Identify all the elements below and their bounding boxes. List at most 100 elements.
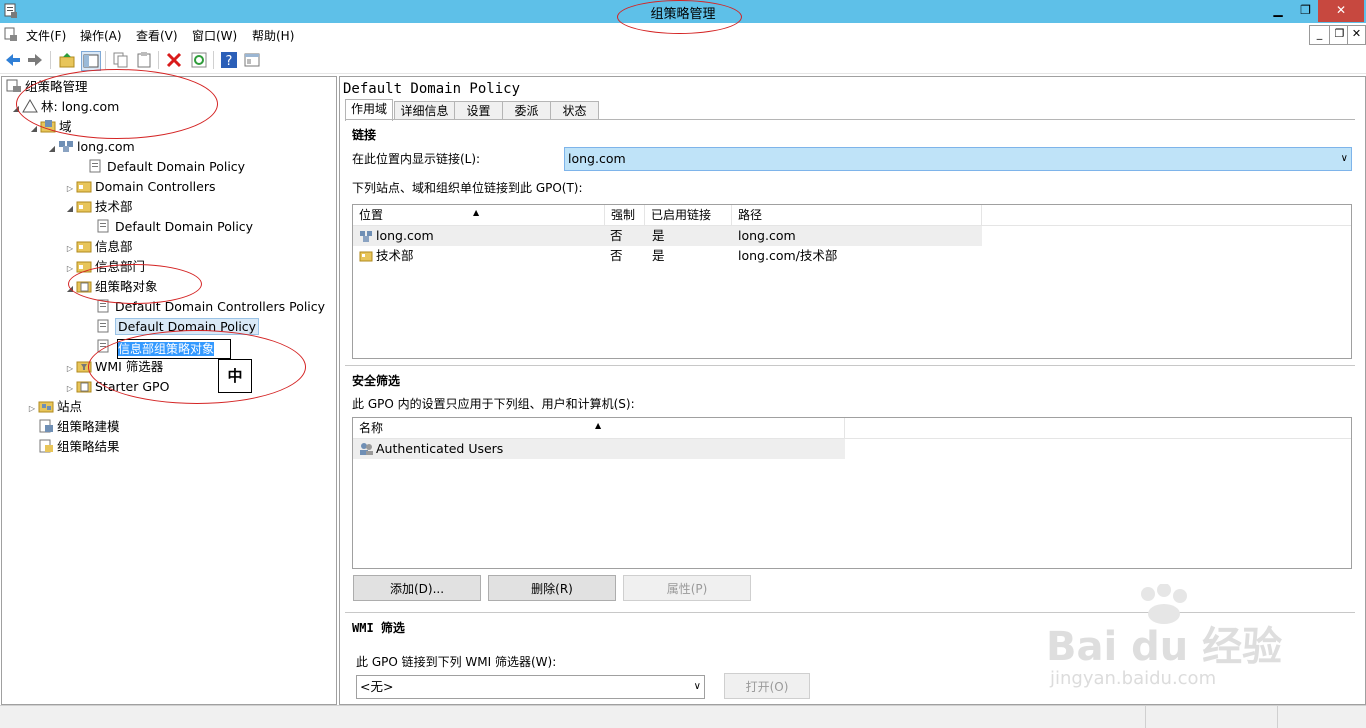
section-divider [345, 365, 1355, 366]
tree-item-starter-gpo[interactable]: ▷ Starter GPO [64, 377, 169, 397]
status-bar [0, 705, 1366, 728]
tab-settings[interactable]: 设置 [454, 101, 503, 120]
folder-up-icon[interactable] [58, 51, 76, 69]
domains-folder-icon [40, 120, 56, 133]
ou-folder-icon [76, 201, 92, 213]
tree-item-gpo-dc-policy[interactable]: Default Domain Controllers Policy [96, 297, 325, 317]
users-group-icon [360, 443, 373, 455]
refresh-icon[interactable] [190, 51, 208, 69]
paste-icon[interactable] [135, 51, 153, 69]
collapse-arrow-icon[interactable]: ◢ [64, 279, 76, 299]
table-row[interactable]: long.com 否 是 long.com [353, 226, 982, 246]
tree-item-wmi-filters[interactable]: ▷ WMI 筛选器 [64, 357, 163, 377]
tree-label: long.com [77, 139, 135, 154]
collapse-arrow-icon[interactable]: ◢ [64, 199, 76, 219]
tree-label: 林: long.com [41, 99, 120, 114]
col-enforced[interactable]: 强制 [605, 205, 645, 225]
tab-scope[interactable]: 作用域 [345, 99, 393, 121]
menu-view[interactable]: 查看(V) [136, 27, 178, 44]
tree-item-results[interactable]: 组策略结果 [38, 437, 120, 457]
link-path: long.com [738, 228, 796, 243]
links-list-header: 位置 ▲ 强制 已启用链接 路径 [353, 205, 1351, 226]
menu-window[interactable]: 窗口(W) [192, 27, 237, 44]
gpo-icon [97, 319, 109, 333]
collapse-arrow-icon[interactable]: ◢ [10, 99, 22, 119]
maximize-button[interactable]: ❐ [1291, 0, 1320, 22]
tab-details[interactable]: 详细信息 [394, 101, 455, 120]
tree-item-domain-controllers[interactable]: ▷ Domain Controllers [64, 177, 216, 199]
gpo-icon [97, 339, 109, 353]
title-bar: 组策略管理 ▁ ❐ ✕ [0, 0, 1366, 23]
chevron-down-icon: ∨ [693, 681, 701, 692]
list-item[interactable]: Authenticated Users [353, 439, 845, 459]
wmi-label: 此 GPO 链接到下列 WMI 筛选器(W): [356, 655, 557, 669]
wmi-filter-dropdown[interactable]: <无> ∨ [356, 675, 705, 699]
tree-label: Default Domain Policy [107, 159, 246, 174]
sort-ascending-icon: ▲ [595, 421, 602, 430]
tree-item-domain-long-com[interactable]: ◢ long.com [46, 137, 135, 157]
help-icon[interactable]: ? [220, 51, 238, 69]
child-minimize-button[interactable]: _ [1309, 25, 1330, 45]
tree-item-ou-info[interactable]: ▷ 信息部 [64, 237, 133, 257]
child-close-button[interactable]: ✕ [1347, 25, 1366, 45]
tree-item-gpo-default-policy[interactable]: Default Domain Policy [96, 317, 260, 337]
copy-icon[interactable] [112, 51, 130, 69]
tab-status[interactable]: 状态 [550, 101, 599, 120]
security-listview[interactable]: 名称 ▲ Authenticated Users [352, 417, 1352, 569]
back-arrow-icon[interactable] [4, 51, 22, 69]
mmc-menu-icon[interactable] [4, 27, 18, 42]
tree-item-gpmc-root[interactable]: 组策略管理 [6, 77, 88, 97]
expand-arrow-icon[interactable]: ▷ [64, 239, 76, 259]
collapse-arrow-icon[interactable]: ◢ [46, 139, 58, 159]
tree-item-ou-info-dept[interactable]: ▷ 信息部门 [64, 257, 145, 277]
show-hide-tree-icon[interactable] [81, 51, 101, 71]
expand-arrow-icon[interactable]: ▷ [64, 179, 76, 199]
tree-item-modeling[interactable]: 组策略建模 [38, 417, 120, 437]
security-section-title: 安全筛选 [352, 374, 401, 388]
ou-folder-icon [359, 251, 373, 262]
open-wmi-button[interactable]: 打开(O) [724, 673, 810, 699]
tab-delegation[interactable]: 委派 [502, 101, 551, 120]
menu-action[interactable]: 操作(A) [80, 27, 122, 44]
collapse-arrow-icon[interactable]: ◢ [28, 119, 40, 139]
wmi-filter-icon [76, 361, 92, 373]
tree-label: WMI 筛选器 [95, 359, 164, 374]
location-dropdown[interactable]: long.com ∨ [564, 147, 1352, 171]
col-location[interactable]: 位置 ▲ [353, 205, 605, 225]
tree-item-default-domain-policy-link[interactable]: Default Domain Policy [76, 157, 245, 177]
tree-item-gpo-new[interactable] [96, 337, 115, 357]
tree-label: Starter GPO [95, 379, 170, 394]
properties-icon[interactable] [243, 51, 261, 69]
menu-file[interactable]: 文件(F) [26, 27, 66, 44]
expand-arrow-icon[interactable]: ▷ [26, 399, 38, 419]
link-enforced: 否 [610, 228, 623, 243]
table-row[interactable]: 技术部 否 是 long.com/技术部 [353, 246, 982, 266]
rename-edit-box[interactable]: 信息部组策略对象 [117, 339, 231, 359]
expand-arrow-icon[interactable]: ▷ [64, 379, 76, 399]
tree-item-ou-tech[interactable]: ◢ 技术部 [64, 197, 133, 217]
tree-item-tech-policy-link[interactable]: Default Domain Policy [96, 217, 253, 237]
chevron-down-icon: ∨ [1340, 153, 1348, 164]
tree-item-gpo-objects[interactable]: ◢ 组策略对象 [64, 277, 158, 297]
forward-arrow-icon[interactable] [26, 51, 44, 69]
tree-label: 组策略管理 [25, 79, 88, 94]
gpo-container-icon [76, 281, 92, 293]
domain-icon [360, 231, 372, 242]
tree-item-domains[interactable]: ◢ 域 [28, 117, 72, 137]
links-listview[interactable]: 位置 ▲ 强制 已启用链接 路径 long.com 否 是 long.com 技术… [352, 204, 1352, 359]
tree-item-forest[interactable]: ◢ 林: long.com [10, 97, 119, 117]
delete-icon[interactable] [165, 51, 183, 69]
tree-item-sites[interactable]: ▷ 站点 [26, 397, 82, 417]
menu-help[interactable]: 帮助(H) [252, 27, 294, 44]
expand-arrow-icon[interactable]: ▷ [64, 359, 76, 379]
close-button[interactable]: ✕ [1318, 0, 1364, 22]
col-name[interactable]: 名称 ▲ [353, 418, 845, 438]
col-link-enabled[interactable]: 已启用链接 [645, 205, 732, 225]
expand-arrow-icon[interactable]: ▷ [64, 259, 76, 279]
minimize-button[interactable]: ▁ [1263, 0, 1293, 22]
col-path[interactable]: 路径 [732, 205, 982, 225]
baidu-watermark: Bai du 经验 jingyan.baidu.com [1046, 584, 1296, 699]
add-button[interactable]: 添加(D)... [353, 575, 481, 601]
properties-button[interactable]: 属性(P) [623, 575, 751, 601]
remove-button[interactable]: 删除(R) [488, 575, 616, 601]
